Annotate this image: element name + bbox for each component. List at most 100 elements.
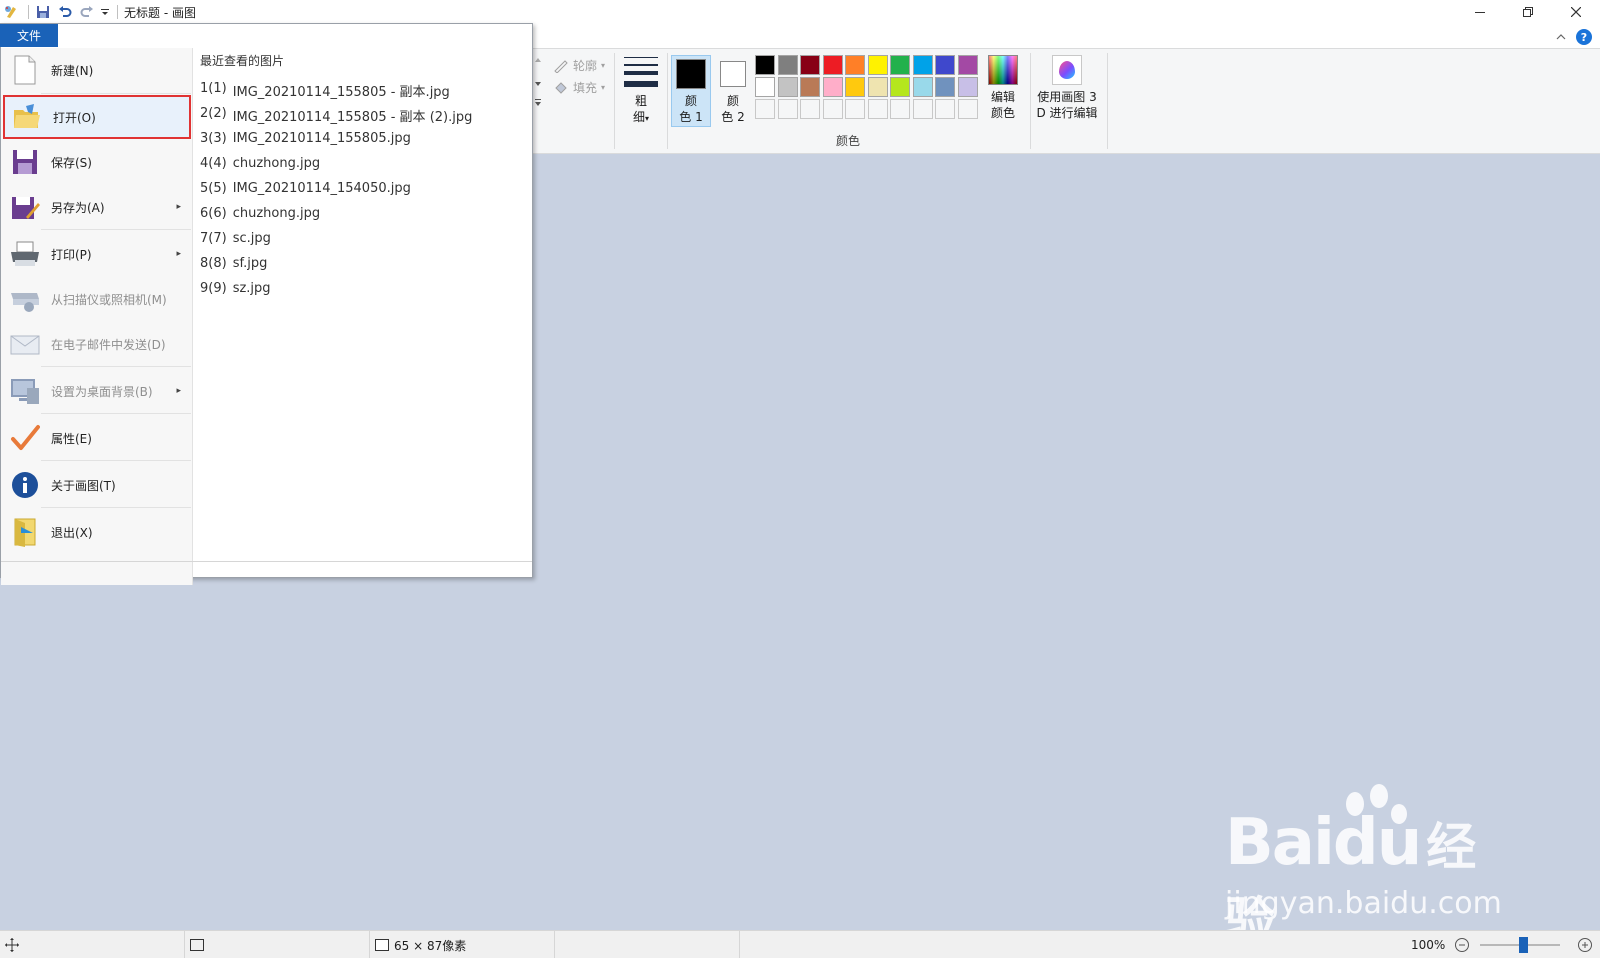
recent-item[interactable]: 8(8) sf.jpg [200, 256, 267, 271]
edit-with-paint3d-button[interactable]: 使用画图 3 D 进行编辑 [1034, 55, 1100, 121]
scroll-down-icon[interactable] [535, 81, 541, 87]
palette-color-swatch[interactable] [867, 55, 888, 75]
palette-color-swatch[interactable] [755, 55, 775, 75]
recent-item[interactable]: 9(9) sz.jpg [200, 281, 271, 296]
palette-color-swatch[interactable] [822, 77, 843, 97]
palette-custom-swatch[interactable] [867, 99, 888, 119]
recent-item-number: 9(9) [200, 281, 227, 296]
recent-item[interactable]: 7(7) sc.jpg [200, 231, 271, 246]
palette-color-swatch[interactable] [822, 55, 843, 75]
palette-color-swatch[interactable] [912, 55, 933, 75]
fill-label: 填充 [573, 81, 598, 95]
palette-color-swatch[interactable] [777, 77, 798, 97]
palette-custom-swatch[interactable] [777, 99, 798, 119]
chevron-right-icon: ▸ [176, 249, 181, 259]
palette-color-swatch[interactable] [755, 77, 775, 97]
edit-colors-button[interactable]: 编辑 颜色 [985, 55, 1021, 121]
palette-custom-swatch[interactable] [845, 99, 865, 119]
menu-item-save[interactable]: 保存(S) [3, 140, 191, 184]
watermark-url: jingyan.baidu.com [1225, 886, 1502, 921]
outline-dropdown[interactable]: 轮廓 ▾ [553, 57, 605, 74]
palette-custom-swatch[interactable] [890, 99, 910, 119]
desktop-icon [7, 373, 43, 409]
recent-item[interactable]: 5(5) IMG_20210114_154050.jpg [200, 181, 411, 196]
outline-pen-icon [554, 59, 568, 73]
recent-item-name: IMG_20210114_155805 - 副本.jpg [232, 85, 450, 100]
palette-color-swatch[interactable] [935, 55, 955, 75]
zoom-in-icon[interactable] [1577, 937, 1593, 956]
menu-item-save-as[interactable]: 另存为(A) ▸ [3, 185, 191, 229]
palette-color-swatch[interactable] [845, 55, 865, 75]
recent-item-number: 4(4) [200, 156, 227, 171]
color-2-button[interactable]: 颜 色 2 [713, 55, 753, 127]
palette-color-swatch[interactable] [935, 77, 955, 97]
save-disk-icon [7, 144, 43, 180]
paint-app-icon[interactable] [2, 2, 22, 22]
recent-item[interactable]: 4(4) chuzhong.jpg [200, 156, 320, 171]
group-separator [1107, 53, 1108, 149]
collapse-ribbon-icon[interactable] [1556, 30, 1566, 44]
checkmark-icon [7, 420, 43, 456]
chevron-right-icon: ▸ [176, 386, 181, 396]
menu-item-set-desktop[interactable]: 设置为桌面背景(B) ▸ [3, 369, 191, 413]
palette-color-swatch[interactable] [957, 55, 978, 75]
palette-color-swatch[interactable] [890, 55, 910, 75]
palette-custom-swatch[interactable] [755, 99, 775, 119]
recent-item[interactable]: 6(6) chuzhong.jpg [200, 206, 320, 221]
menu-separator [41, 366, 191, 367]
help-icon[interactable]: ? [1576, 29, 1592, 45]
menu-item-from-scanner[interactable]: 从扫描仪或照相机(M) [3, 277, 191, 321]
undo-icon[interactable] [55, 2, 75, 22]
palette-color-swatch[interactable] [957, 77, 978, 97]
scroll-up-icon[interactable] [535, 57, 541, 63]
palette-custom-swatch[interactable] [912, 99, 933, 119]
zoom-slider-thumb[interactable] [1519, 937, 1528, 953]
fill-dropdown[interactable]: 填充 ▾ [553, 79, 605, 96]
menu-item-properties[interactable]: 属性(E) [3, 416, 191, 460]
recent-item[interactable]: 2(2) IMG_20210114_155805 - 副本 (2).jpg [200, 106, 472, 125]
zoom-out-icon[interactable] [1454, 937, 1470, 956]
color-1-label: 颜 色 1 [679, 94, 703, 124]
palette-custom-swatch[interactable] [957, 99, 978, 119]
palette-color-swatch[interactable] [912, 77, 933, 97]
customize-icon[interactable] [99, 2, 111, 22]
palette-custom-swatch[interactable] [935, 99, 955, 119]
file-tab[interactable]: 文件 [0, 24, 58, 47]
image-size-icon [375, 939, 389, 951]
palette-color-swatch[interactable] [800, 55, 820, 75]
menu-item-label: 属性(E) [51, 431, 92, 446]
palette-color-swatch[interactable] [845, 77, 865, 97]
recent-item[interactable]: 3(3) IMG_20210114_155805.jpg [200, 131, 411, 146]
save-icon[interactable] [33, 2, 53, 22]
menu-item-send-email[interactable]: 在电子邮件中发送(D) [3, 322, 191, 366]
palette-custom-swatch[interactable] [800, 99, 820, 119]
chevron-down-icon: ▾ [601, 83, 606, 92]
palette-color-swatch[interactable] [867, 77, 888, 97]
palette-color-swatch[interactable] [890, 77, 910, 97]
menu-item-about[interactable]: 关于画图(T) [3, 463, 191, 507]
palette-color-swatch[interactable] [800, 77, 820, 97]
close-button[interactable] [1552, 0, 1600, 24]
recent-item-number: 2(2) [200, 106, 227, 121]
expand-shapes-icon[interactable] [535, 99, 541, 107]
thickness-button[interactable]: 粗 细▾ [618, 55, 664, 127]
menu-item-new[interactable]: 新建(N) [3, 48, 191, 92]
fill-bucket-icon [555, 81, 567, 94]
menu-item-label: 另存为(A) [51, 200, 105, 215]
recent-item[interactable]: 1(1) IMG_20210114_155805 - 副本.jpg [200, 81, 450, 100]
palette-custom-swatch[interactable] [822, 99, 843, 119]
thickness-lines-icon [624, 57, 658, 87]
minimize-button[interactable] [1456, 0, 1504, 24]
status-selection-size [185, 931, 370, 958]
recent-item-name: chuzhong.jpg [232, 206, 321, 221]
menu-item-exit[interactable]: 退出(X) [3, 510, 191, 554]
ribbon-right-controls: ? [1556, 29, 1592, 45]
menu-item-print[interactable]: 打印(P) ▸ [3, 232, 191, 276]
redo-icon[interactable] [77, 2, 97, 22]
palette-color-swatch[interactable] [777, 55, 798, 75]
menu-item-open[interactable]: 打开(O) [3, 95, 191, 139]
paint3d-label: 使用画图 3 D 进行编辑 [1036, 90, 1098, 120]
recent-item-number: 1(1) [200, 81, 227, 96]
color-1-button[interactable]: 颜 色 1 [671, 55, 711, 127]
restore-button[interactable] [1504, 0, 1552, 24]
